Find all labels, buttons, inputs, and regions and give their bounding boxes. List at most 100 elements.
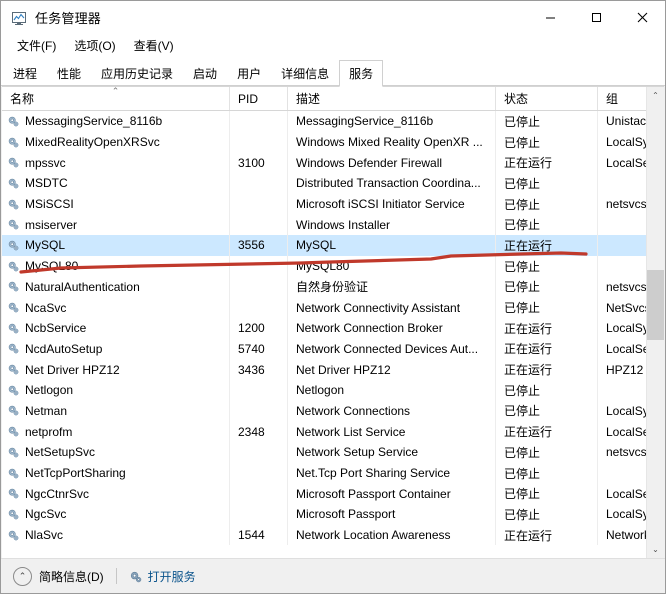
table-row[interactable]: MySQL3556MySQL正在运行 <box>2 235 664 256</box>
service-gear-icon <box>7 239 20 252</box>
column-header-pid[interactable]: PID <box>230 87 288 110</box>
cell-description: Microsoft iSCSI Initiator Service <box>288 194 496 215</box>
table-row[interactable]: MySQL80MySQL80已停止 <box>2 256 664 277</box>
close-button[interactable] <box>619 1 665 34</box>
cell-description: Network Connections <box>288 401 496 422</box>
service-name-label: netprofm <box>25 425 72 439</box>
table-row[interactable]: NaturalAuthentication自然身份验证已停止netsvcs <box>2 277 664 298</box>
table-row[interactable]: netprofm2348Network List Service正在运行Loca… <box>2 421 664 442</box>
menu-view[interactable]: 查看(V) <box>125 35 183 56</box>
service-name-label: NgcSvc <box>25 507 66 521</box>
cell-description: Windows Mixed Reality OpenXR ... <box>288 132 496 153</box>
service-name-label: Netman <box>25 404 67 418</box>
task-manager-window: 任务管理器 文件(F) 选项(O) 查看(V) 进程 性能 应用历史记录 启动 … <box>0 0 666 594</box>
service-name-label: MSDTC <box>25 176 68 190</box>
table-row[interactable]: NcdAutoSetup5740Network Connected Device… <box>2 339 664 360</box>
cell-status: 正在运行 <box>496 525 598 546</box>
menu-view-label: 查看(V) <box>134 39 174 53</box>
tab-details[interactable]: 详细信息 <box>271 60 339 86</box>
table-row[interactable]: NetSetupSvcNetwork Setup Service已停止netsv… <box>2 442 664 463</box>
service-gear-icon <box>7 363 20 376</box>
scroll-down-icon[interactable]: ⌄ <box>647 541 664 558</box>
service-name-label: MySQL <box>25 238 65 252</box>
table-row[interactable]: MSDTCDistributed Transaction Coordina...… <box>2 173 664 194</box>
cell-status: 已停止 <box>496 401 598 422</box>
table-row[interactable]: NlaSvc1544Network Location Awareness正在运行… <box>2 525 664 546</box>
chevron-up-icon: ⌃ <box>13 567 32 586</box>
service-gear-icon <box>7 301 20 314</box>
cell-service-name: NgcCtnrSvc <box>2 483 230 504</box>
column-header-group-label: 组 <box>606 90 618 107</box>
service-gear-icon <box>7 322 20 335</box>
table-row[interactable]: NetlogonNetlogon已停止 <box>2 380 664 401</box>
table-row[interactable]: msiserverWindows Installer已停止 <box>2 214 664 235</box>
minimize-button[interactable] <box>527 1 573 34</box>
menu-file[interactable]: 文件(F) <box>8 35 65 56</box>
task-manager-icon <box>11 10 27 26</box>
column-header-name-label: 名称 <box>10 90 34 107</box>
cell-status: 正在运行 <box>496 339 598 360</box>
table-row[interactable]: NcaSvcNetwork Connectivity Assistant已停止N… <box>2 297 664 318</box>
cell-description: MySQL80 <box>288 256 496 277</box>
cell-pid <box>230 463 288 484</box>
table-row[interactable]: NgcCtnrSvcMicrosoft Passport Container已停… <box>2 483 664 504</box>
sort-ascending-icon: ⌃ <box>112 87 120 96</box>
vertical-scrollbar[interactable]: ⌃ ⌄ <box>646 87 664 558</box>
tab-startup[interactable]: 启动 <box>183 60 227 86</box>
services-list: 名称 ⌃ PID 描述 状态 组 MessagingService_8116bM… <box>2 86 664 558</box>
service-gear-icon <box>7 342 20 355</box>
tab-app-history[interactable]: 应用历史记录 <box>91 60 183 86</box>
cell-status: 已停止 <box>496 173 598 194</box>
cell-service-name: NcaSvc <box>2 297 230 318</box>
open-services-link[interactable]: 打开服务 <box>129 568 196 585</box>
cell-pid: 2348 <box>230 421 288 442</box>
cell-pid: 5740 <box>230 339 288 360</box>
cell-status: 已停止 <box>496 380 598 401</box>
cell-description: Microsoft Passport <box>288 504 496 525</box>
table-row[interactable]: NetmanNetwork Connections已停止LocalSystem.… <box>2 401 664 422</box>
table-row[interactable]: MixedRealityOpenXRSvcWindows Mixed Reali… <box>2 132 664 153</box>
status-bar: ⌃ 简略信息(D) 打开服务 <box>1 558 665 593</box>
cell-status: 正在运行 <box>496 235 598 256</box>
service-gear-icon <box>7 177 20 190</box>
service-gear-icon <box>7 136 20 149</box>
tab-users[interactable]: 用户 <box>227 60 271 86</box>
menu-options-label: 选项(O) <box>74 39 115 53</box>
service-gear-icon <box>7 446 20 459</box>
scrollbar-thumb[interactable] <box>647 270 664 340</box>
scrollbar-track[interactable] <box>647 104 664 541</box>
cell-service-name: NgcSvc <box>2 504 230 525</box>
table-row[interactable]: NetTcpPortSharingNet.Tcp Port Sharing Se… <box>2 463 664 484</box>
tab-processes[interactable]: 进程 <box>3 60 47 86</box>
table-row[interactable]: MSiSCSIMicrosoft iSCSI Initiator Service… <box>2 194 664 215</box>
maximize-button[interactable] <box>573 1 619 34</box>
service-rows: MessagingService_8116bMessagingService_8… <box>2 111 664 558</box>
cell-pid: 3100 <box>230 152 288 173</box>
column-header-status[interactable]: 状态 <box>496 87 598 110</box>
cell-service-name: Netman <box>2 401 230 422</box>
table-row[interactable]: MessagingService_8116bMessagingService_8… <box>2 111 664 132</box>
tab-performance[interactable]: 性能 <box>47 60 91 86</box>
column-header-description[interactable]: 描述 <box>288 87 496 110</box>
cell-pid <box>230 111 288 132</box>
column-header-name[interactable]: 名称 ⌃ <box>2 87 230 110</box>
title-bar[interactable]: 任务管理器 <box>1 1 665 34</box>
table-row[interactable]: NcbService1200Network Connection Broker正… <box>2 318 664 339</box>
table-row[interactable]: NgcSvcMicrosoft Passport已停止LocalSystem..… <box>2 504 664 525</box>
cell-description: Network Connection Broker <box>288 318 496 339</box>
fewer-details-button[interactable]: ⌃ 简略信息(D) <box>13 567 104 586</box>
status-separator <box>116 568 117 584</box>
service-name-label: msiserver <box>25 218 77 232</box>
scroll-up-icon[interactable]: ⌃ <box>647 87 664 104</box>
cell-pid <box>230 401 288 422</box>
cell-description: Microsoft Passport Container <box>288 483 496 504</box>
table-row[interactable]: mpssvc3100Windows Defender Firewall正在运行L… <box>2 152 664 173</box>
tab-services[interactable]: 服务 <box>339 60 383 87</box>
cell-service-name: NetTcpPortSharing <box>2 463 230 484</box>
table-row[interactable]: Net Driver HPZ123436Net Driver HPZ12正在运行… <box>2 359 664 380</box>
menu-options[interactable]: 选项(O) <box>65 35 124 56</box>
tab-strip: 进程 性能 应用历史记录 启动 用户 详细信息 服务 <box>1 56 665 86</box>
service-gear-icon <box>7 487 20 500</box>
cell-service-name: MySQL80 <box>2 256 230 277</box>
cell-pid <box>230 380 288 401</box>
